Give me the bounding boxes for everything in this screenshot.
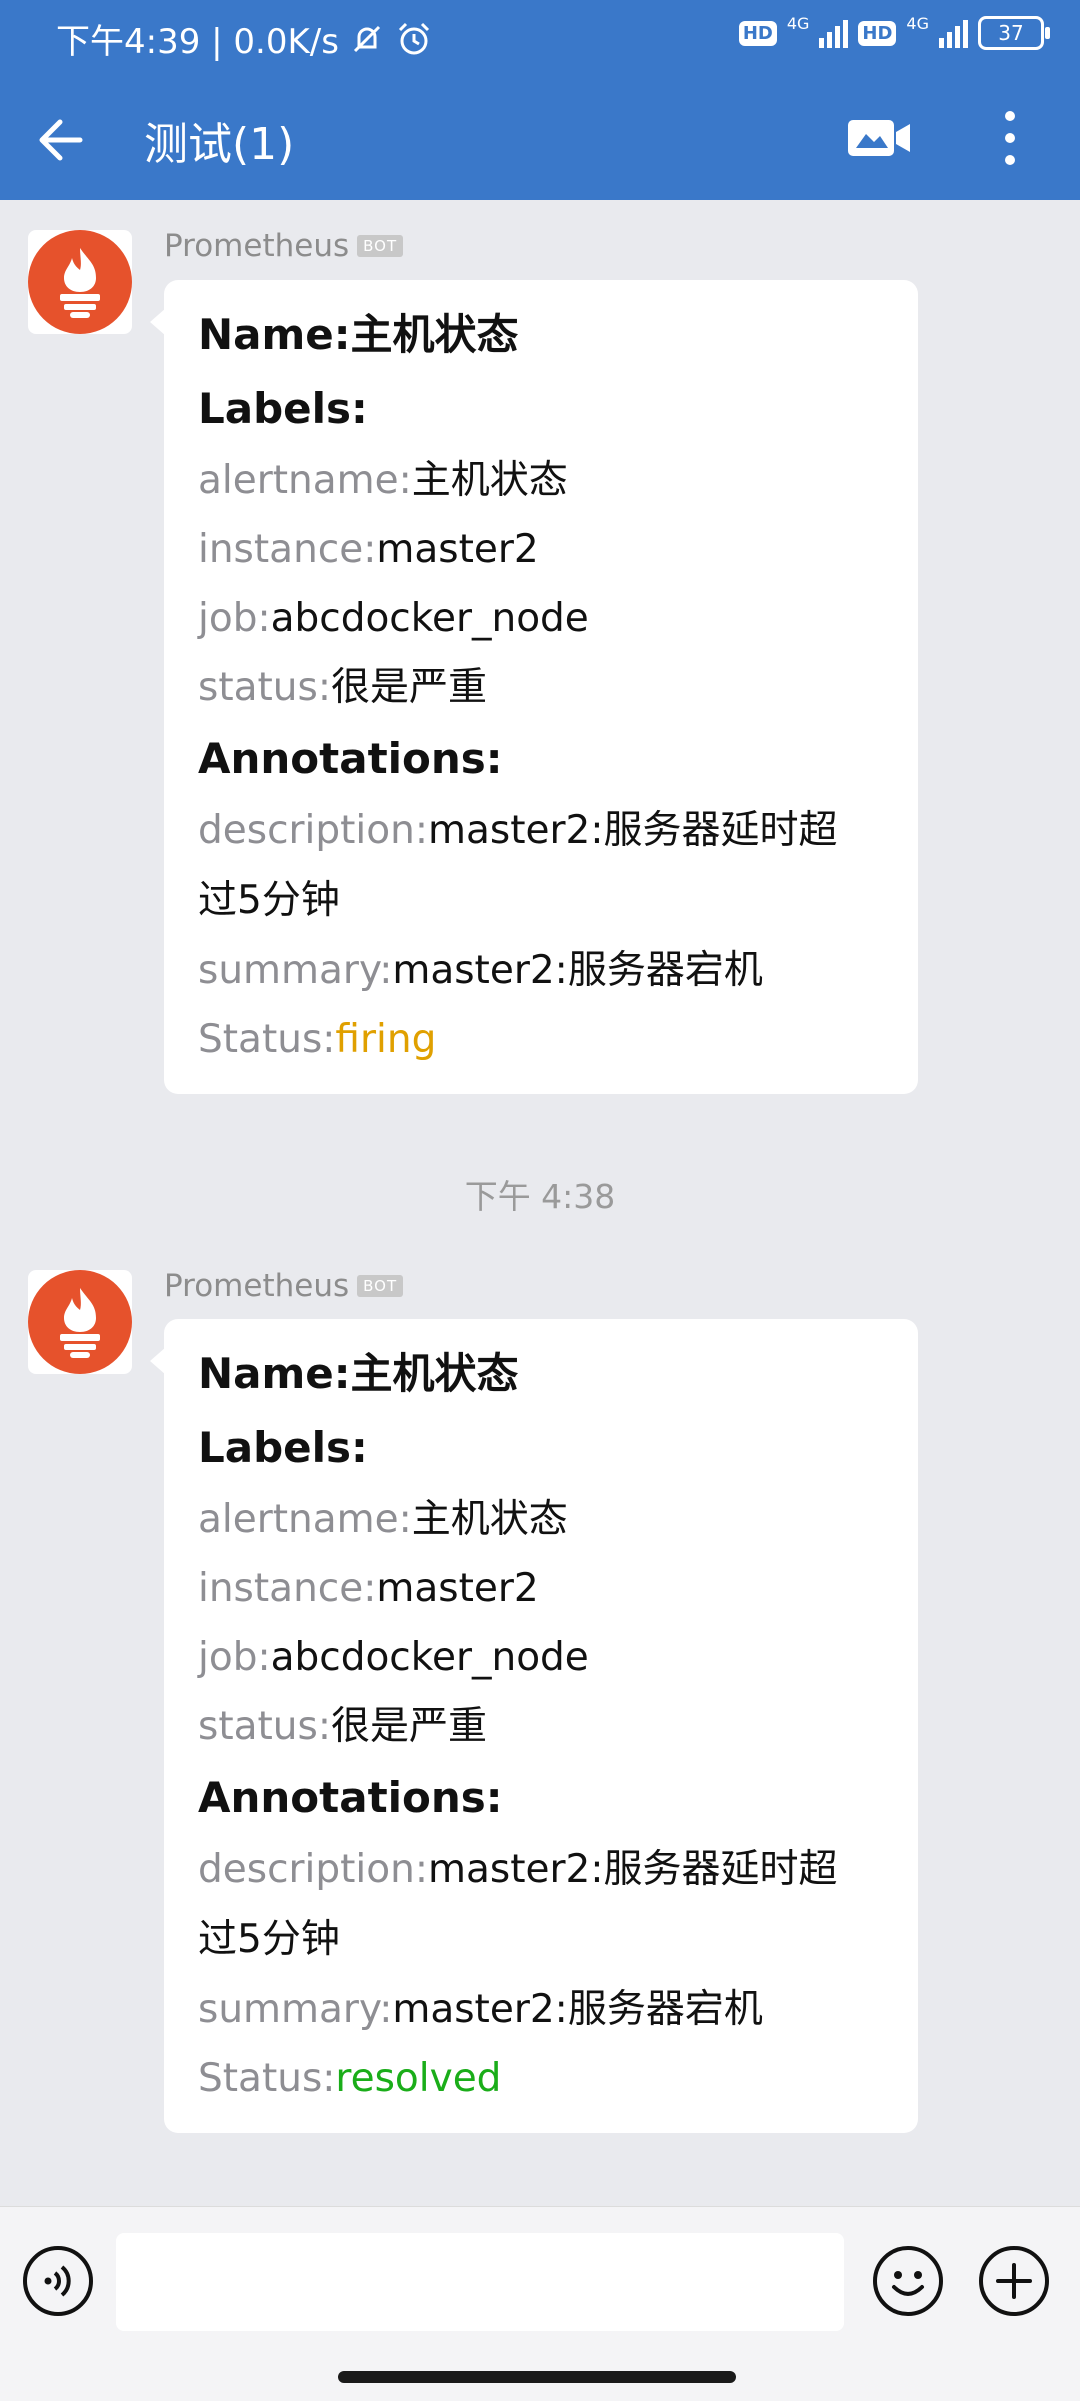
hd-badge: HD bbox=[738, 20, 777, 46]
summary-key: summary: bbox=[198, 1987, 393, 2032]
alert-state-line: Status:firing bbox=[198, 1005, 884, 1074]
bot-badge: BOT bbox=[357, 1275, 404, 1297]
severity-value: 很是严重 bbox=[330, 665, 487, 710]
alert-state-value: firing bbox=[335, 1017, 437, 1062]
instance-key: instance: bbox=[198, 527, 377, 572]
summary-line: summary:master2:服务器宕机 bbox=[198, 936, 884, 1005]
job-key: job: bbox=[198, 596, 271, 641]
severity-line: status:很是严重 bbox=[198, 1692, 884, 1761]
description-value-1: master2:服务器延时超 bbox=[427, 808, 838, 853]
message-bubble[interactable]: Name:主机状态 Labels: alertname:主机状态 instanc… bbox=[150, 1319, 918, 2133]
summary-line: summary:master2:服务器宕机 bbox=[198, 1975, 884, 2044]
instance-key: instance: bbox=[198, 1566, 377, 1611]
network-type-2: 4G bbox=[906, 13, 929, 33]
severity-line: status:很是严重 bbox=[198, 653, 884, 722]
severity-key: status: bbox=[198, 665, 331, 710]
status-right: HD 4G HD 4G 37 bbox=[738, 13, 1050, 50]
signal-icon-2 bbox=[939, 18, 968, 48]
signal-icon bbox=[819, 18, 849, 48]
alertname-line: alertname:主机状态 bbox=[198, 1485, 884, 1554]
summary-key: summary: bbox=[198, 948, 393, 993]
job-value: abcdocker_node bbox=[270, 596, 589, 641]
plus-circle-icon[interactable] bbox=[978, 2245, 1050, 2317]
summary-value: master2:服务器宕机 bbox=[392, 948, 763, 993]
back-arrow-icon[interactable] bbox=[32, 110, 92, 170]
sender-name: Prometheus bbox=[164, 1268, 350, 1304]
alert-name-line: Name:主机状态 bbox=[198, 298, 884, 372]
network-type: 4G bbox=[786, 13, 810, 33]
prometheus-logo-icon bbox=[28, 230, 132, 334]
severity-key: status: bbox=[198, 1704, 331, 1749]
home-indicator bbox=[338, 2371, 736, 2383]
instance-line: instance:master2 bbox=[198, 1554, 884, 1623]
description-key: description: bbox=[198, 808, 428, 853]
annotations-header: Annotations: bbox=[198, 734, 503, 783]
chat-input-bar bbox=[0, 2206, 1080, 2401]
alert-state-value: resolved bbox=[335, 2056, 502, 2101]
description-line-cont: 过5分钟 bbox=[198, 1917, 340, 1962]
instance-line: instance:master2 bbox=[198, 515, 884, 584]
message-bubble[interactable]: Name:主机状态 Labels: alertname:主机状态 instanc… bbox=[150, 280, 918, 1094]
chat-title: 测试(1) bbox=[144, 119, 295, 170]
name-key: Name: bbox=[198, 1349, 351, 1398]
app-bar: 测试(1) bbox=[0, 76, 1080, 200]
job-line: job:abcdocker_node bbox=[198, 584, 884, 653]
status-left: 下午4:39 | 0.0K/s bbox=[56, 14, 433, 63]
alert-state-key: Status: bbox=[198, 2056, 336, 2101]
status-bar: 下午4:39 | 0.0K/s HD 4G HD 4G 37 bbox=[0, 0, 1080, 76]
alertname-line: alertname:主机状态 bbox=[198, 446, 884, 515]
voice-icon[interactable] bbox=[22, 2245, 94, 2317]
job-value: abcdocker_node bbox=[270, 1635, 589, 1680]
message-input[interactable] bbox=[116, 2233, 844, 2331]
alertname-value: 主机状态 bbox=[411, 458, 568, 503]
video-call-icon[interactable] bbox=[846, 112, 912, 164]
sender-avatar[interactable] bbox=[28, 1270, 132, 1374]
labels-header: Labels: bbox=[198, 1423, 368, 1472]
job-key: job: bbox=[198, 1635, 271, 1680]
hd-badge-2: HD bbox=[858, 20, 897, 46]
instance-value: master2 bbox=[376, 1566, 539, 1611]
alert-state-key: Status: bbox=[198, 1017, 336, 1062]
battery-icon: 37 bbox=[978, 16, 1050, 50]
description-key: description: bbox=[198, 1847, 428, 1892]
mute-bell-icon bbox=[353, 25, 381, 52]
summary-value: master2:服务器宕机 bbox=[392, 1987, 763, 2032]
name-key: Name: bbox=[198, 310, 351, 359]
prometheus-logo-icon bbox=[28, 1270, 132, 1374]
alarm-icon bbox=[398, 22, 430, 54]
time-and-speed: 下午4:39 | 0.0K/s bbox=[56, 22, 339, 62]
severity-value: 很是严重 bbox=[330, 1704, 487, 1749]
sender-name-row: Prometheus BOT bbox=[164, 228, 404, 264]
sender-name: Prometheus bbox=[164, 228, 350, 264]
sender-name-row: Prometheus BOT bbox=[164, 1268, 404, 1304]
alert-state-line: Status:resolved bbox=[198, 2044, 884, 2113]
bot-badge: BOT bbox=[357, 235, 404, 257]
more-vertical-icon[interactable] bbox=[990, 106, 1030, 170]
labels-header: Labels: bbox=[198, 384, 368, 433]
description-line: description:master2:服务器延时超 bbox=[198, 796, 884, 866]
name-value: 主机状态 bbox=[350, 310, 519, 359]
description-line-cont: 过5分钟 bbox=[198, 878, 340, 923]
sender-avatar[interactable] bbox=[28, 230, 132, 334]
job-line: job:abcdocker_node bbox=[198, 1623, 884, 1692]
alert-name-line: Name:主机状态 bbox=[198, 1337, 884, 1411]
name-value: 主机状态 bbox=[350, 1349, 519, 1398]
alertname-key: alertname: bbox=[198, 1497, 412, 1542]
alertname-value: 主机状态 bbox=[411, 1497, 568, 1542]
emoji-icon[interactable] bbox=[872, 2245, 944, 2317]
description-value-1: master2:服务器延时超 bbox=[427, 1847, 838, 1892]
alertname-key: alertname: bbox=[198, 458, 412, 503]
timestamp-divider: 下午 4:38 bbox=[464, 1177, 616, 1216]
instance-value: master2 bbox=[376, 527, 539, 572]
description-line: description:master2:服务器延时超 bbox=[198, 1835, 884, 1905]
annotations-header: Annotations: bbox=[198, 1773, 503, 1822]
